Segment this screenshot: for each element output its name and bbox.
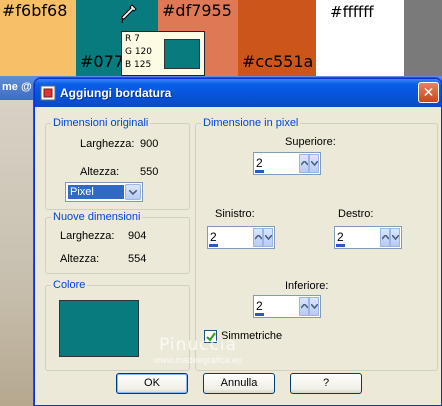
spin-down-button[interactable] <box>309 297 319 316</box>
help-button[interactable]: ? <box>290 373 362 394</box>
left-value: 2 <box>210 230 217 244</box>
add-border-dialog: Aggiungi bordatura ✕ Dimensioni original… <box>34 78 442 406</box>
bottom-value: 2 <box>256 299 263 313</box>
bottom-spinner[interactable]: 2 <box>253 295 321 318</box>
swatch-label: #df7955 <box>162 1 232 20</box>
close-icon: ✕ <box>422 84 435 100</box>
new-dimensions-label: Nuove dimensioni <box>51 211 143 223</box>
spin-down-button[interactable] <box>263 228 273 247</box>
original-dimensions-group: Dimensioni originali Larghezza: 900 Alte… <box>45 117 190 210</box>
unit-select-value: Pixel <box>68 185 124 199</box>
bottom-slider-indicator <box>255 313 264 316</box>
bottom-label: Inferiore: <box>285 280 329 292</box>
spin-up-button[interactable] <box>380 228 390 247</box>
ok-button[interactable]: OK <box>116 373 188 394</box>
new-dimensions-group: Nuove dimensioni Larghezza: 904 Altezza:… <box>45 211 190 274</box>
color-picker-tooltip: R 7 G 120 B 125 <box>121 31 205 76</box>
top-label: Superiore: <box>285 136 336 148</box>
color-swatch-cc551a: #cc551a <box>238 0 316 76</box>
right-label: Destro: <box>338 208 374 220</box>
spin-down-button[interactable] <box>390 228 400 247</box>
original-height-value: 550 <box>140 166 159 178</box>
swatch-label: #ffffff <box>330 3 374 21</box>
new-height-value: 554 <box>128 253 147 265</box>
cancel-button[interactable]: Annulla <box>203 373 275 394</box>
original-width-value: 900 <box>140 138 159 150</box>
app-icon <box>40 85 56 101</box>
chevron-down-icon[interactable] <box>125 184 141 200</box>
color-swatch-gray <box>404 0 442 76</box>
top-value: 2 <box>256 156 263 170</box>
background-canvas <box>0 100 36 406</box>
new-width-label: Larghezza: <box>60 230 115 242</box>
swatch-label: #f6bf68 <box>2 1 68 20</box>
color-swatch-f6bf68: #f6bf68 <box>0 0 76 76</box>
spin-up-button[interactable] <box>299 154 309 173</box>
original-height-label: Altezza: <box>80 166 120 178</box>
watermark-name: Pinuccia <box>159 335 237 355</box>
watermark: Pinuccia www.madiregrafica.eu <box>108 335 288 365</box>
top-slider-indicator <box>255 170 264 173</box>
dialog-titlebar[interactable]: Aggiungi bordatura ✕ <box>35 79 441 107</box>
pixel-dimensions-group: Dimensione in pixel Superiore: 2 Sinistr… <box>195 117 438 371</box>
spin-up-button[interactable] <box>253 228 263 247</box>
background-window-title: me @ <box>2 81 32 93</box>
dialog-title: Aggiungi bordatura <box>60 86 172 100</box>
watermark-url: www.madiregrafica.eu <box>153 355 243 365</box>
swatch-label: #077 <box>80 52 124 71</box>
dialog-body: Dimensioni originali Larghezza: 900 Alte… <box>38 107 438 402</box>
original-dimensions-label: Dimensioni originali <box>51 117 151 129</box>
eyedropper-icon <box>121 4 137 24</box>
spin-up-button[interactable] <box>299 297 309 316</box>
right-value: 2 <box>337 230 344 244</box>
spin-down-button[interactable] <box>309 154 319 173</box>
unit-select[interactable]: Pixel <box>65 182 143 202</box>
original-width-label: Larghezza: <box>80 138 135 150</box>
color-group-label: Colore <box>51 279 88 291</box>
close-button[interactable]: ✕ <box>418 82 439 103</box>
top-spinner[interactable]: 2 <box>253 152 321 175</box>
left-spinner[interactable]: 2 <box>207 226 275 249</box>
swatch-label: #cc551a <box>242 52 314 71</box>
right-slider-indicator <box>336 244 345 247</box>
pixel-dimensions-label: Dimensione in pixel <box>201 117 301 129</box>
left-slider-indicator <box>209 244 218 247</box>
new-width-value: 904 <box>128 230 147 242</box>
right-spinner[interactable]: 2 <box>334 226 402 249</box>
tooltip-color-chip <box>164 39 200 69</box>
color-swatch-ffffff: #ffffff <box>316 0 404 76</box>
new-height-label: Altezza: <box>60 253 100 265</box>
left-label: Sinistro: <box>215 208 255 220</box>
